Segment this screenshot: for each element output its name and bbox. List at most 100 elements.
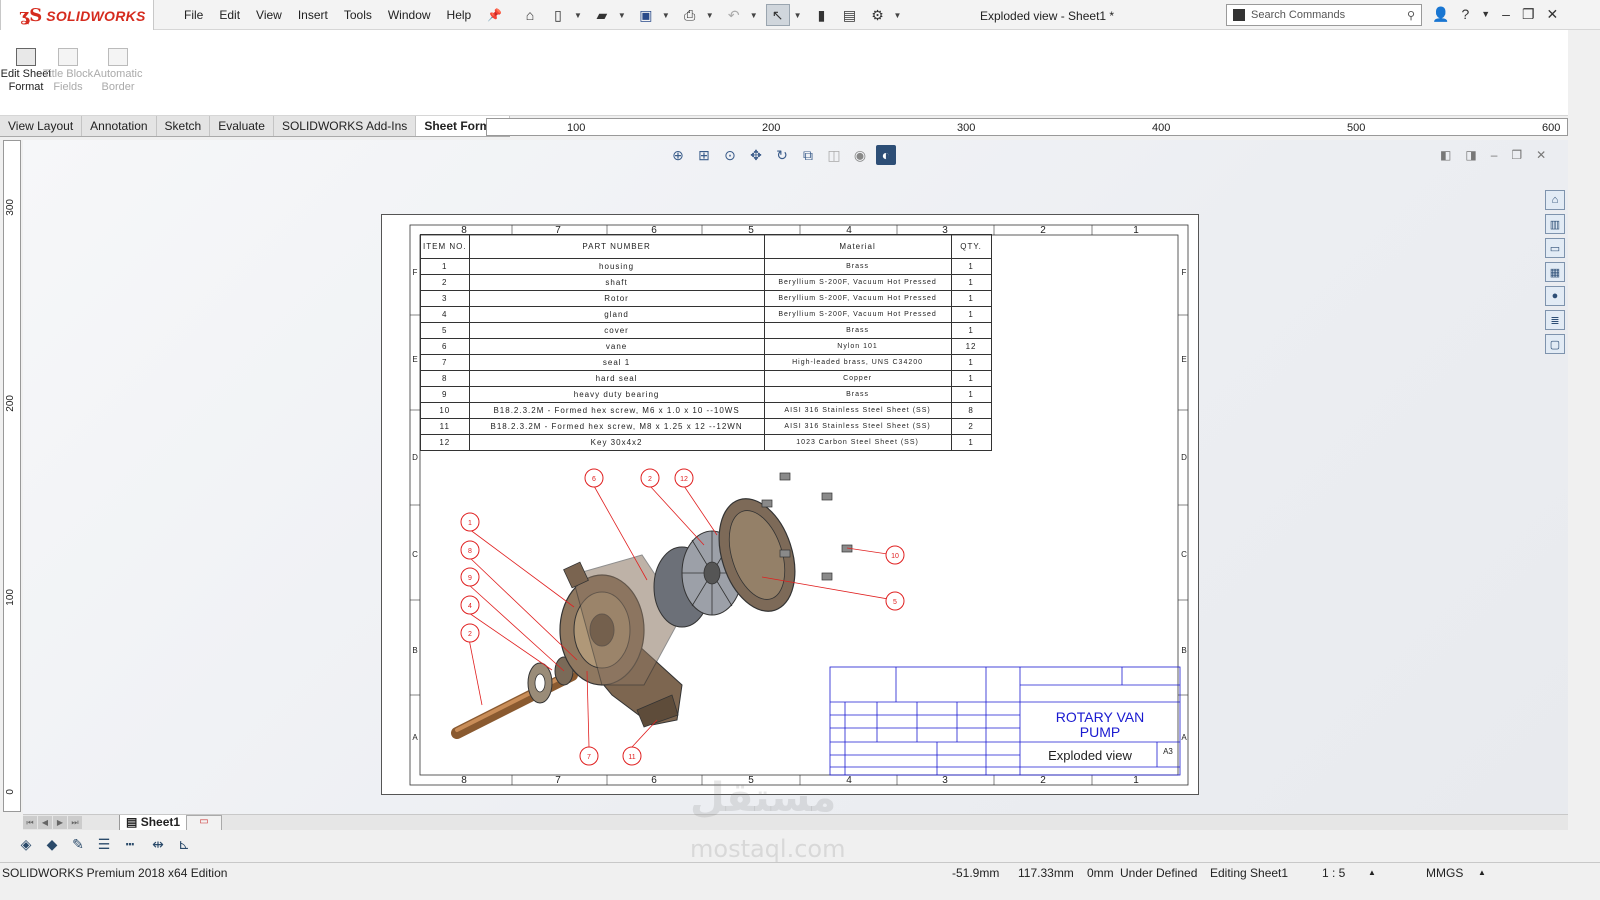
bom-row[interactable]: 3 Rotor Beryllium S-200F, Vacuum Hot Press… bbox=[420, 290, 992, 307]
menu-insert[interactable]: Insert bbox=[290, 8, 336, 22]
color-display-mode-icon[interactable]: ⊾ bbox=[174, 836, 194, 854]
tab-sketch[interactable]: Sketch bbox=[156, 116, 211, 136]
line-thickness-icon[interactable]: ☰ bbox=[94, 836, 114, 854]
print-icon[interactable]: ⎙ bbox=[678, 4, 702, 26]
zoom-in-out-icon[interactable]: ⊙ bbox=[720, 145, 740, 165]
bom-row[interactable]: 7 seal 1 High-leaded brass, UNS C34200 1 bbox=[420, 354, 992, 371]
save-dropdown-icon[interactable]: ▼ bbox=[662, 11, 670, 20]
first-sheet-icon[interactable]: ⏮ bbox=[23, 816, 37, 829]
menu-file[interactable]: File bbox=[176, 8, 211, 22]
design-library-icon[interactable]: ▥ bbox=[1545, 214, 1565, 234]
undo-dropdown-icon[interactable]: ▼ bbox=[750, 11, 758, 20]
bom-row[interactable]: 4 gland Beryllium S-200F, Vacuum Hot Press… bbox=[420, 306, 992, 323]
file-explorer-icon[interactable]: ▭ bbox=[1545, 238, 1565, 258]
doc-restore-icon[interactable]: ❐ bbox=[1511, 148, 1522, 162]
zone-number: 2 bbox=[1040, 775, 1046, 786]
layer-properties-icon[interactable]: ◈ bbox=[16, 836, 36, 854]
window-title: Exploded view - Sheet1 * bbox=[980, 9, 1115, 23]
sheet-tab-sheet1[interactable]: ▤ Sheet1 bbox=[119, 815, 188, 831]
line-style-icon[interactable]: ┅ bbox=[120, 836, 140, 854]
hide-show-icon[interactable]: ◉ bbox=[850, 145, 870, 165]
resources-home-icon[interactable]: ⌂ bbox=[1545, 190, 1565, 210]
bom-row[interactable]: 5 cover Brass 1 bbox=[420, 322, 992, 339]
bom-row[interactable]: 2 shaft Beryllium S-200F, Vacuum Hot Press… bbox=[420, 274, 992, 291]
ruler-label: 600 bbox=[1542, 122, 1561, 134]
help-icon[interactable]: ? bbox=[1461, 6, 1469, 23]
bom-row[interactable]: 8 hard seal Copper 1 bbox=[420, 370, 992, 387]
custom-properties-icon[interactable]: ≣ bbox=[1545, 310, 1565, 330]
pin-icon[interactable]: 📌 bbox=[479, 8, 510, 22]
options-gear-icon[interactable]: ⚙ bbox=[866, 4, 890, 26]
undo-icon[interactable]: ↶ bbox=[722, 4, 746, 26]
tab-evaluate[interactable]: Evaluate bbox=[210, 116, 274, 136]
automatic-border-icon bbox=[108, 48, 128, 66]
bill-of-materials-table[interactable]: ITEM NO. PART NUMBER Material QTY. 1 hous… bbox=[420, 234, 992, 451]
pan-icon[interactable]: ✥ bbox=[746, 145, 766, 165]
tab-annotation[interactable]: Annotation bbox=[82, 116, 157, 136]
options-dropdown-icon[interactable]: ▼ bbox=[894, 11, 902, 20]
layer-icon[interactable]: ◆ bbox=[42, 836, 62, 854]
menu-view[interactable]: View bbox=[248, 8, 290, 22]
bom-cell-material: Copper bbox=[763, 370, 952, 387]
close-icon[interactable]: ✕ bbox=[1547, 6, 1559, 23]
forum-icon[interactable]: ▢ bbox=[1545, 334, 1565, 354]
bom-row[interactable]: 10 B18.2.3.2M - Formed hex screw, M6 x 1.… bbox=[420, 402, 992, 419]
tab-view-layout[interactable]: View Layout bbox=[0, 116, 83, 136]
display-style-icon[interactable]: ◫ bbox=[824, 145, 844, 165]
last-sheet-icon[interactable]: ⏭ bbox=[68, 816, 82, 829]
next-window-icon[interactable]: ◨ bbox=[1465, 148, 1476, 162]
scale-up-icon[interactable]: ▲ bbox=[1368, 868, 1376, 877]
search-commands-input[interactable]: Search Commands ⚲ bbox=[1226, 4, 1422, 26]
menu-tools[interactable]: Tools bbox=[336, 8, 380, 22]
doc-close-icon[interactable]: ✕ bbox=[1536, 148, 1546, 162]
units-up-icon[interactable]: ▲ bbox=[1478, 868, 1486, 877]
bom-row[interactable]: 1 housing Brass 1 bbox=[420, 258, 992, 275]
open-dropdown-icon[interactable]: ▼ bbox=[618, 11, 626, 20]
user-icon[interactable]: 👤 bbox=[1432, 6, 1449, 23]
select-arrow-icon[interactable]: ↖ bbox=[765, 4, 790, 26]
status-units[interactable]: MMGS bbox=[1426, 866, 1463, 880]
home-icon[interactable]: ⌂ bbox=[518, 4, 542, 26]
save-icon[interactable]: ▣ bbox=[634, 4, 658, 26]
section-view-icon[interactable]: ⧉ bbox=[798, 145, 818, 165]
add-sheet-button[interactable]: ▭ bbox=[186, 815, 222, 831]
new-document-icon[interactable]: ▯ bbox=[546, 4, 570, 26]
minimize-icon[interactable]: – bbox=[1502, 6, 1510, 23]
bom-row[interactable]: 9 heavy duty bearing Brass 1 bbox=[420, 386, 992, 403]
help-dropdown-icon[interactable]: ▼ bbox=[1481, 9, 1490, 23]
zone-letter: D bbox=[412, 453, 418, 462]
appearances-icon[interactable]: ● bbox=[1545, 286, 1565, 306]
restore-icon[interactable]: ❐ bbox=[1522, 6, 1535, 23]
prev-window-icon[interactable]: ◧ bbox=[1440, 148, 1451, 162]
redraw-icon[interactable]: ↻ bbox=[772, 145, 792, 165]
line-color-icon[interactable]: ✎ bbox=[68, 836, 88, 854]
status-scale[interactable]: 1 : 5 bbox=[1322, 866, 1345, 880]
prev-sheet-icon[interactable]: ◀ bbox=[38, 816, 52, 829]
print-dropdown-icon[interactable]: ▼ bbox=[706, 11, 714, 20]
view-palette-icon[interactable]: ▦ bbox=[1545, 262, 1565, 282]
bom-cell-part: gland bbox=[468, 306, 765, 323]
bom-row[interactable]: 6 vane Nylon 101 12 bbox=[420, 338, 992, 355]
file-properties-icon[interactable]: ▤ bbox=[838, 4, 862, 26]
select-dropdown-icon[interactable]: ▼ bbox=[794, 11, 802, 20]
menu-window[interactable]: Window bbox=[380, 8, 439, 22]
appearance-icon[interactable]: ◐ bbox=[876, 145, 896, 165]
traffic-light-icon[interactable]: ▮ bbox=[810, 4, 834, 26]
hide-show-edges-icon[interactable]: ⇹ bbox=[148, 836, 168, 854]
automatic-border-button[interactable]: Automatic Border bbox=[90, 48, 146, 94]
new-dropdown-icon[interactable]: ▼ bbox=[574, 11, 582, 20]
title-block-fields-button[interactable]: Title Block Fields bbox=[42, 48, 94, 94]
bom-row[interactable]: 11 B18.2.3.2M - Formed hex screw, M8 x 1.… bbox=[420, 418, 992, 435]
doc-minimize-icon[interactable]: – bbox=[1491, 148, 1498, 162]
bom-row[interactable]: 12 Key 30x4x2 1023 Carbon Steel Sheet (SS)… bbox=[420, 434, 992, 451]
zoom-to-fit-icon[interactable]: ⊕ bbox=[668, 145, 688, 165]
solidworks-logo[interactable]: ʓS SOLIDWORKS bbox=[0, 0, 154, 32]
menu-edit[interactable]: Edit bbox=[211, 8, 248, 22]
open-folder-icon[interactable]: ▰ bbox=[590, 4, 614, 26]
tab-solidworks-addins[interactable]: SOLIDWORKS Add-Ins bbox=[273, 116, 417, 136]
next-sheet-icon[interactable]: ▶ bbox=[53, 816, 67, 829]
exploded-assembly[interactable] bbox=[451, 472, 853, 739]
menu-help[interactable]: Help bbox=[439, 8, 480, 22]
zoom-to-area-icon[interactable]: ⊞ bbox=[694, 145, 714, 165]
magnifier-icon[interactable]: ⚲ bbox=[1407, 9, 1415, 22]
